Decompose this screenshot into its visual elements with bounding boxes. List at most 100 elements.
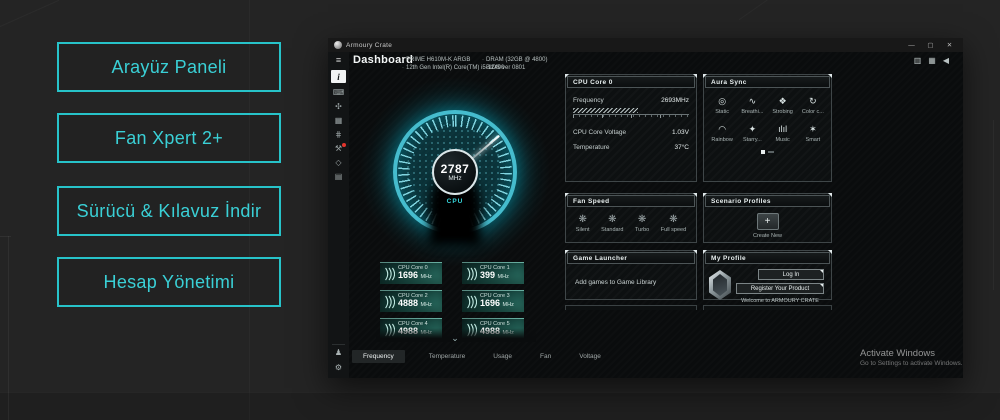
close-button[interactable]: ✕: [942, 41, 957, 49]
frequency-wave-icon: [465, 295, 477, 309]
frequency-wave-icon: [383, 295, 395, 309]
fan-mode-silent[interactable]: ❋Silent: [576, 214, 590, 233]
panel-title: Game Launcher: [573, 255, 627, 262]
title-bar: Armoury Crate — ▢ ✕: [328, 38, 963, 52]
frequency-wave-icon: [383, 267, 395, 281]
aura-effect-label: Music: [768, 137, 798, 143]
welcome-text: Welcome to ARMOURY CRATE: [741, 298, 819, 304]
game-launcher-panel: Game Launcher Add games to Game Library: [565, 250, 697, 300]
cpu-core-tile: CPU Core 2 4888 MHz: [380, 290, 442, 312]
frequency-wave-icon: [465, 267, 477, 281]
fan-mode-label: Full speed: [661, 227, 686, 233]
decor-bottom-band: [0, 392, 1000, 420]
aura-effect-breathing[interactable]: ∿Breathi...: [737, 96, 767, 115]
tab-voltage[interactable]: Voltage: [575, 350, 605, 363]
tile-unit: MHz: [503, 302, 514, 308]
panel-sliver: [565, 305, 697, 310]
aura-effect-smart[interactable]: ✶Smart: [798, 124, 828, 143]
fan-mode-turbo[interactable]: ❋Turbo: [635, 214, 649, 233]
tab-usage[interactable]: Usage: [489, 350, 516, 363]
music-icon: ılıl: [768, 124, 798, 135]
app-logo-icon: [334, 41, 342, 49]
activate-windows-watermark: Activate Windows Go to Settings to activ…: [860, 348, 963, 367]
aura-effect-static[interactable]: ◎Static: [707, 96, 737, 115]
armoury-crate-window: Armoury Crate — ▢ ✕ ≡ i ⌨ ✣ ▦ ⋕ ⚒ ◇ ▤ ♟ …: [328, 38, 963, 378]
panel-title: Scenario Profiles: [711, 198, 771, 205]
frequency-label: Frequency: [573, 97, 604, 104]
panel-sliver: [703, 305, 832, 310]
widgets-icon[interactable]: ▦: [928, 56, 936, 65]
aura-effect-music[interactable]: ılıl Music: [768, 124, 798, 143]
cpu-core-tile: CPU Core 0 1696 MHz: [380, 262, 442, 284]
aura-effect-starry-night[interactable]: ✦Starry...: [737, 124, 767, 143]
news-icon[interactable]: ▤: [335, 172, 343, 182]
gear-icon[interactable]: ⚙: [335, 363, 342, 372]
devices-icon[interactable]: ⌨: [333, 88, 345, 98]
log-in-button[interactable]: Log In: [758, 269, 824, 280]
tile-value: 399: [480, 270, 495, 280]
frequency-bar: [573, 108, 638, 113]
my-profile-panel: My Profile Log In Register Your Product …: [703, 250, 832, 300]
page-dot-active: [761, 150, 765, 154]
fan-xpert-button[interactable]: Fan Xpert 2+: [57, 113, 281, 163]
cpu-core-tile: CPU Core 3 1696 MHz: [462, 290, 524, 312]
frequency-ruler: [573, 114, 689, 118]
gauge-center: 2787 MHz: [432, 149, 478, 195]
panel-title: Aura Sync: [711, 79, 747, 86]
chevron-down-icon[interactable]: ⌄: [444, 334, 466, 342]
page-indicator[interactable]: [704, 150, 831, 154]
breathing-icon: ∿: [737, 96, 767, 107]
tools-icon[interactable]: ⚒: [335, 144, 342, 154]
cpu-frequency-gauge: 2787 MHz CPU: [393, 110, 517, 234]
panel-header: Game Launcher: [567, 252, 695, 264]
panel-title: CPU Core 0: [573, 79, 613, 86]
tab-fan[interactable]: Fan: [536, 350, 555, 363]
gauge-label: CPU: [393, 198, 517, 205]
panel-header: CPU Core 0: [567, 76, 695, 88]
menu-icon[interactable]: ≡: [336, 56, 341, 65]
user-icon[interactable]: ♟: [335, 348, 342, 357]
megaphone-icon[interactable]: ◀: [943, 56, 949, 65]
strobing-icon: ❖: [768, 96, 798, 107]
decor-line: [739, 0, 777, 20]
window-title: Armoury Crate: [346, 42, 392, 49]
register-product-button[interactable]: Register Your Product: [736, 283, 824, 294]
minimize-button[interactable]: —: [904, 42, 919, 49]
aura-effect-rainbow[interactable]: ◠Rainbow: [707, 124, 737, 143]
panel-header: Aura Sync: [705, 76, 830, 88]
decor-line: [0, 0, 59, 29]
fan-xpert-icon[interactable]: ⋕: [335, 130, 342, 140]
static-icon: ◎: [707, 96, 737, 107]
aura-sync-icon[interactable]: ✣: [335, 102, 342, 112]
maximize-button[interactable]: ▢: [923, 41, 938, 49]
create-profile-button[interactable]: +: [757, 213, 779, 230]
dram-info: DRAM (32GB @ 4800): [482, 57, 547, 65]
tile-value: 1696: [398, 270, 418, 280]
aura-effect-label: Rainbow: [707, 137, 737, 143]
armoury-crate-logo: [709, 270, 731, 300]
interface-panel-button[interactable]: Arayüz Paneli: [57, 42, 281, 92]
bios-info: BIOS ver 0801: [482, 65, 547, 73]
aura-effect-color-cycle[interactable]: ↻Color c...: [798, 96, 828, 115]
tab-temperature[interactable]: Temperature: [425, 350, 470, 363]
decor-line: [0, 236, 11, 237]
panel-header: Scenario Profiles: [705, 195, 830, 207]
frequency-value: 2693MHz: [661, 97, 689, 104]
account-management-button[interactable]: Hesap Yönetimi: [57, 257, 281, 307]
aura-effect-strobing[interactable]: ❖Strobing: [768, 96, 798, 115]
sidebar-item-dashboard[interactable]: i: [331, 70, 346, 83]
fan-icon: ❋: [661, 214, 686, 225]
watermark-line2: Go to Settings to activate Windows.: [860, 360, 963, 367]
header-toolbar: ▥ ▦ ◀: [914, 56, 949, 65]
panel-title: Fan Speed: [573, 198, 609, 205]
aura-effect-label: Starry...: [737, 137, 767, 143]
scenario-profiles-icon[interactable]: ▦: [335, 116, 343, 126]
fan-mode-full-speed[interactable]: ❋ Full speed: [661, 214, 686, 233]
featured-icon[interactable]: ◇: [335, 158, 341, 168]
driver-manual-download-button[interactable]: Sürücü & Kılavuz İndir: [57, 186, 281, 236]
tab-frequency[interactable]: Frequency: [352, 350, 405, 363]
fan-mode-standard[interactable]: ❋Standard: [601, 214, 623, 233]
performance-icon[interactable]: ▥: [914, 56, 922, 65]
tile-unit: MHz: [421, 274, 432, 280]
voltage-value: 1.03V: [672, 129, 689, 136]
